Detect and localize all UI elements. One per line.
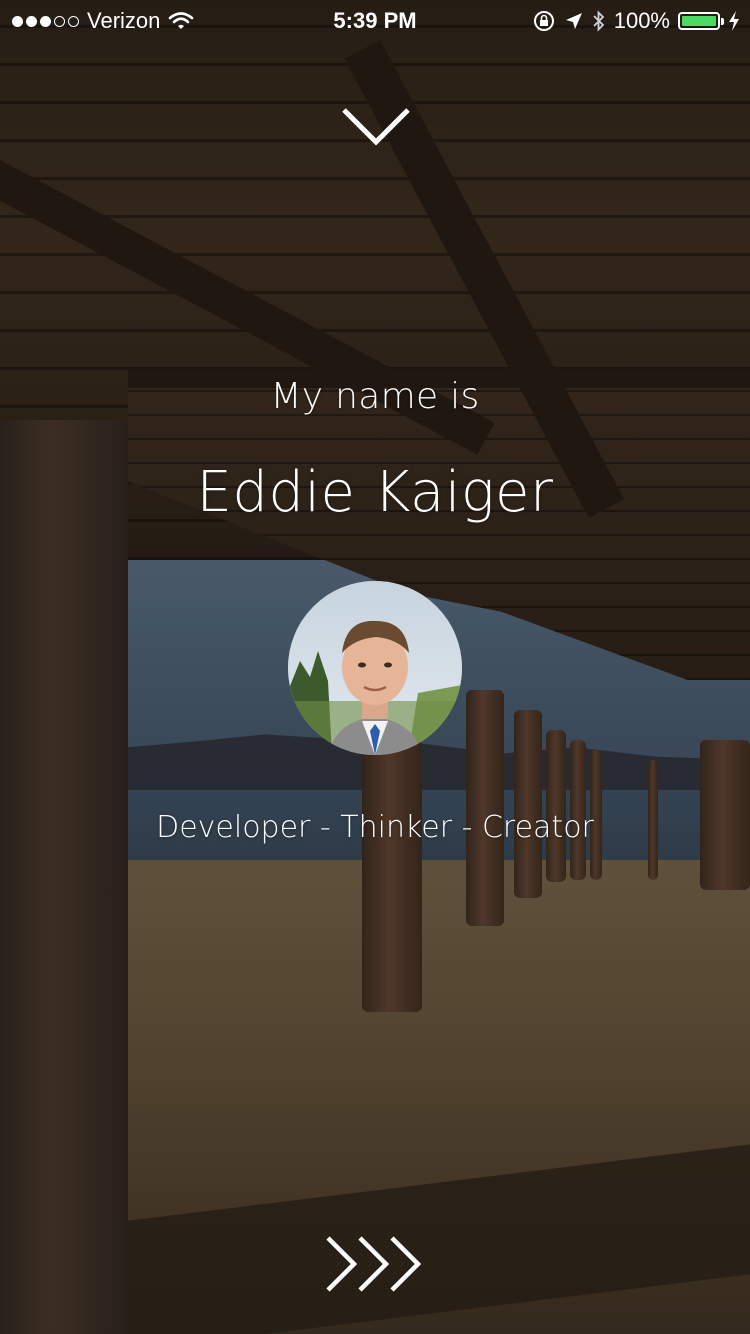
battery-percentage: 100% bbox=[613, 8, 670, 33]
location-arrow-icon bbox=[565, 13, 582, 29]
bluetooth-icon bbox=[593, 10, 604, 32]
triple-chevron-right-icon[interactable] bbox=[322, 1234, 430, 1294]
battery-icon bbox=[678, 12, 724, 30]
status-right: 100% bbox=[532, 8, 740, 34]
intro-text: My name is bbox=[270, 376, 480, 417]
profile-name: Eddie Kaiger bbox=[196, 460, 554, 525]
charging-bolt-icon bbox=[729, 11, 739, 31]
avatar-portrait bbox=[288, 581, 462, 755]
avatar bbox=[288, 581, 462, 755]
battery-level bbox=[682, 16, 716, 26]
status-bar: Verizon 5:39 PM 100% bbox=[0, 0, 750, 40]
orientation-lock-icon bbox=[533, 11, 554, 31]
profile-tagline: Developer - Thinker - Creator bbox=[156, 810, 594, 845]
chevron-down-icon[interactable] bbox=[340, 104, 412, 148]
